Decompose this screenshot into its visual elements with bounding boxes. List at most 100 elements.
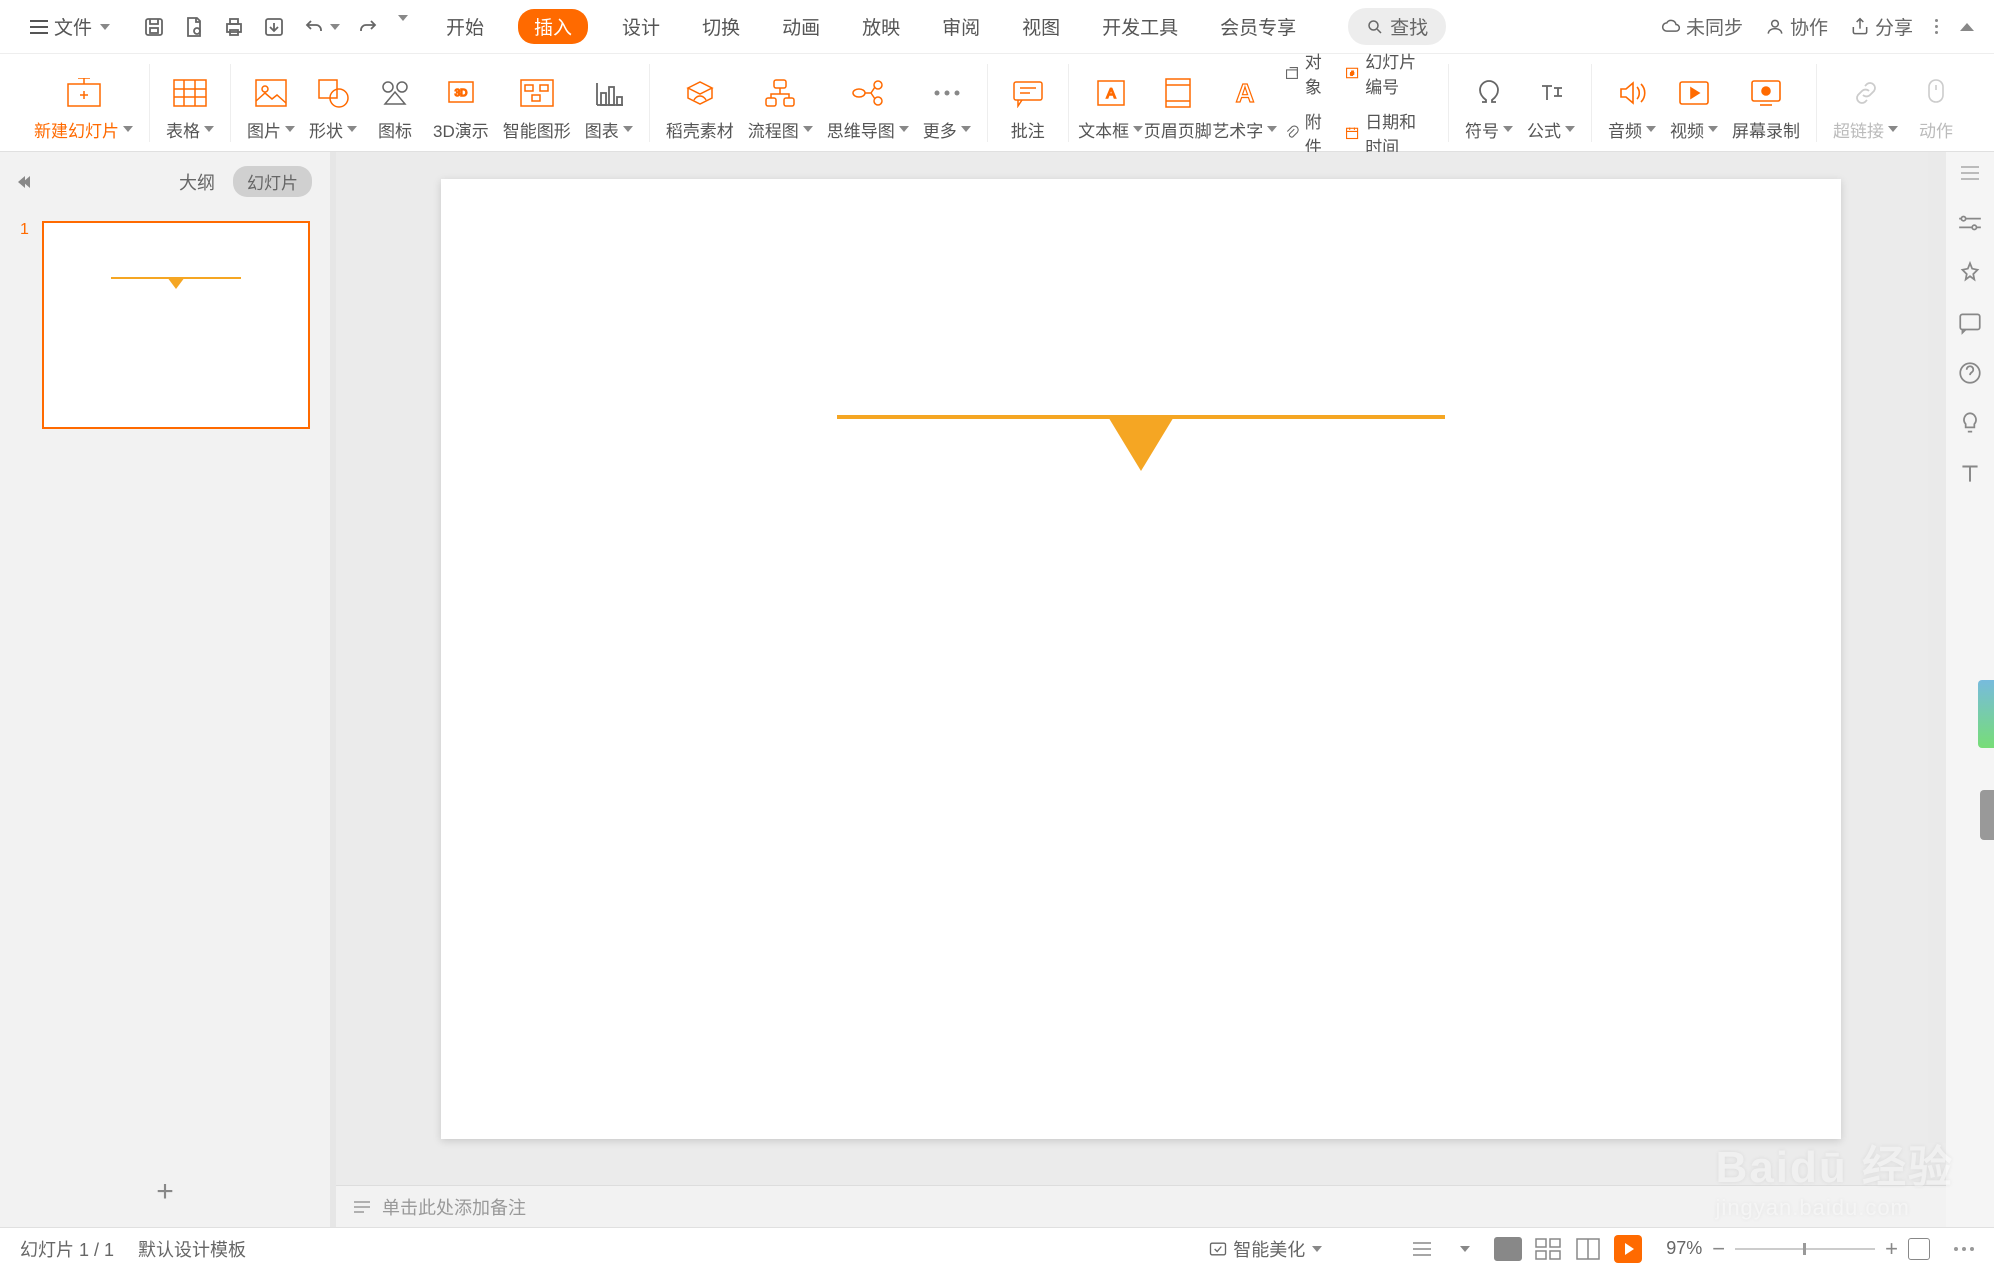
slide-canvas[interactable] xyxy=(441,179,1841,1139)
list-view-icon[interactable] xyxy=(1410,1239,1434,1259)
undo-button[interactable] xyxy=(302,15,340,39)
hyperlink-button[interactable]: 超链接 xyxy=(1833,75,1898,142)
doke-button[interactable]: 稻壳素材 xyxy=(666,75,734,142)
reading-view-button[interactable] xyxy=(1574,1237,1602,1261)
audio-label: 音频 xyxy=(1608,117,1642,142)
svg-text:3D: 3D xyxy=(454,88,467,99)
caret-down-icon[interactable] xyxy=(398,15,408,21)
cloud-icon xyxy=(1661,17,1681,37)
search-button[interactable]: 查找 xyxy=(1348,8,1446,45)
action-label: 动作 xyxy=(1919,117,1953,142)
more-button[interactable]: 更多 xyxy=(923,75,971,142)
beautify-button[interactable]: 智能美化 xyxy=(1208,1236,1322,1262)
comment-button[interactable]: 批注 xyxy=(1004,75,1052,142)
action-button[interactable]: 动作 xyxy=(1912,75,1960,142)
flowchart-button[interactable]: 流程图 xyxy=(748,75,813,142)
attach-label: 附件 xyxy=(1305,108,1331,158)
new-slide-button[interactable]: 新建幻灯片 xyxy=(34,75,133,142)
tab-home[interactable]: 开始 xyxy=(438,7,492,46)
textbox-button[interactable]: A 文本框 xyxy=(1085,75,1137,142)
screenrec-button[interactable]: 屏幕录制 xyxy=(1732,75,1800,142)
audio-button[interactable]: 音频 xyxy=(1608,75,1656,142)
sorter-view-button[interactable] xyxy=(1534,1237,1562,1261)
slides-tab[interactable]: 幻灯片 xyxy=(233,166,312,197)
help-icon[interactable] xyxy=(1957,360,1983,386)
thumbnail-row: 1 xyxy=(20,221,310,429)
image-button[interactable]: 图片 xyxy=(247,75,295,142)
tab-review[interactable]: 审阅 xyxy=(934,7,988,46)
tab-view[interactable]: 视图 xyxy=(1014,7,1068,46)
outline-tab[interactable]: 大纲 xyxy=(179,169,215,195)
video-label: 视频 xyxy=(1670,117,1704,142)
normal-view-button[interactable] xyxy=(1494,1237,1522,1261)
table-button[interactable]: 表格 xyxy=(166,75,214,142)
add-slide-button[interactable]: + xyxy=(0,1157,330,1227)
wordart-label: 艺术字 xyxy=(1212,117,1263,142)
text-icon[interactable] xyxy=(1957,460,1983,486)
slidenum-button[interactable]: # 幻灯片编号 xyxy=(1345,48,1432,98)
collapse-panel-icon[interactable] xyxy=(18,176,25,188)
slideshow-button[interactable] xyxy=(1614,1235,1642,1263)
fit-window-button[interactable] xyxy=(1908,1238,1930,1260)
symbol-button[interactable]: 符号 xyxy=(1465,75,1513,142)
datetime-button[interactable]: 日期和时间 xyxy=(1345,108,1432,158)
vertical-scrollbar[interactable] xyxy=(1928,152,1946,1143)
file-menu[interactable]: 文件 xyxy=(20,8,120,45)
print-preview-icon[interactable] xyxy=(182,15,206,39)
notes-bar[interactable]: 单击此处添加备注 xyxy=(336,1185,1946,1227)
notes-icon xyxy=(352,1199,372,1215)
slide-thumbnail-1[interactable] xyxy=(42,221,310,429)
more-status-icon[interactable] xyxy=(1954,1247,1974,1251)
shape-button[interactable]: 形状 xyxy=(309,75,357,142)
collab-button[interactable]: 协作 xyxy=(1765,13,1828,40)
more-menu-icon[interactable] xyxy=(1935,19,1938,34)
sync-label: 未同步 xyxy=(1686,13,1743,40)
star-sparkle-icon[interactable] xyxy=(1957,260,1983,286)
mindmap-button[interactable]: 思维导图 xyxy=(827,75,909,142)
right-dock-tab-2[interactable] xyxy=(1980,790,1994,840)
tab-design[interactable]: 设计 xyxy=(614,7,668,46)
caret-down-icon[interactable] xyxy=(1460,1246,1470,1252)
chart-button[interactable]: 图表 xyxy=(585,75,633,142)
object-button[interactable]: 对象 xyxy=(1285,48,1331,98)
chat-icon[interactable] xyxy=(1957,310,1983,336)
3d-button[interactable]: 3D 3D演示 xyxy=(433,75,489,142)
drag-handle-icon[interactable] xyxy=(1961,166,1979,180)
image-label: 图片 xyxy=(247,117,281,142)
export-icon[interactable] xyxy=(262,15,286,39)
bulb-icon[interactable] xyxy=(1957,410,1983,436)
redo-button[interactable] xyxy=(356,15,380,39)
tab-animation[interactable]: 动画 xyxy=(774,7,828,46)
print-icon[interactable] xyxy=(222,15,246,39)
slide-triangle-shape[interactable] xyxy=(1107,415,1175,471)
formula-label: 公式 xyxy=(1527,117,1561,142)
wordart-button[interactable]: A 艺术字 xyxy=(1219,75,1271,142)
attach-button[interactable]: 附件 xyxy=(1285,108,1331,158)
beautify-label: 智能美化 xyxy=(1233,1236,1305,1262)
tab-transition[interactable]: 切换 xyxy=(694,7,748,46)
smartart-button[interactable]: 智能图形 xyxy=(503,75,571,142)
right-dock-tab-1[interactable] xyxy=(1978,680,1994,748)
save-icon[interactable] xyxy=(142,15,166,39)
icon-label: 图标 xyxy=(378,117,412,142)
zoom-in-button[interactable]: + xyxy=(1885,1236,1898,1262)
formula-button[interactable]: 公式 xyxy=(1527,75,1575,142)
collapse-ribbon-icon[interactable] xyxy=(1960,23,1974,31)
search-label: 查找 xyxy=(1390,13,1428,40)
caret-down-icon xyxy=(100,24,110,30)
share-button[interactable]: 分享 xyxy=(1850,13,1913,40)
tab-insert[interactable]: 插入 xyxy=(518,9,588,44)
tab-devtools[interactable]: 开发工具 xyxy=(1094,7,1186,46)
video-button[interactable]: 视频 xyxy=(1670,75,1718,142)
settings-icon[interactable] xyxy=(1957,210,1983,236)
ribbon-toolbar: 新建幻灯片 表格 图片 形状 图标 3D 3D演示 智能图形 xyxy=(0,54,1994,152)
tab-member[interactable]: 会员专享 xyxy=(1212,7,1304,46)
canvas-area: 单击此处添加备注 xyxy=(336,152,1946,1227)
screenrec-label: 屏幕录制 xyxy=(1732,117,1800,142)
tab-slideshow[interactable]: 放映 xyxy=(854,7,908,46)
header-footer-button[interactable]: 页眉页脚 xyxy=(1151,75,1205,142)
icon-button[interactable]: 图标 xyxy=(371,75,419,142)
zoom-out-button[interactable]: − xyxy=(1712,1236,1725,1262)
zoom-slider[interactable] xyxy=(1735,1248,1875,1250)
sync-button[interactable]: 未同步 xyxy=(1661,13,1743,40)
